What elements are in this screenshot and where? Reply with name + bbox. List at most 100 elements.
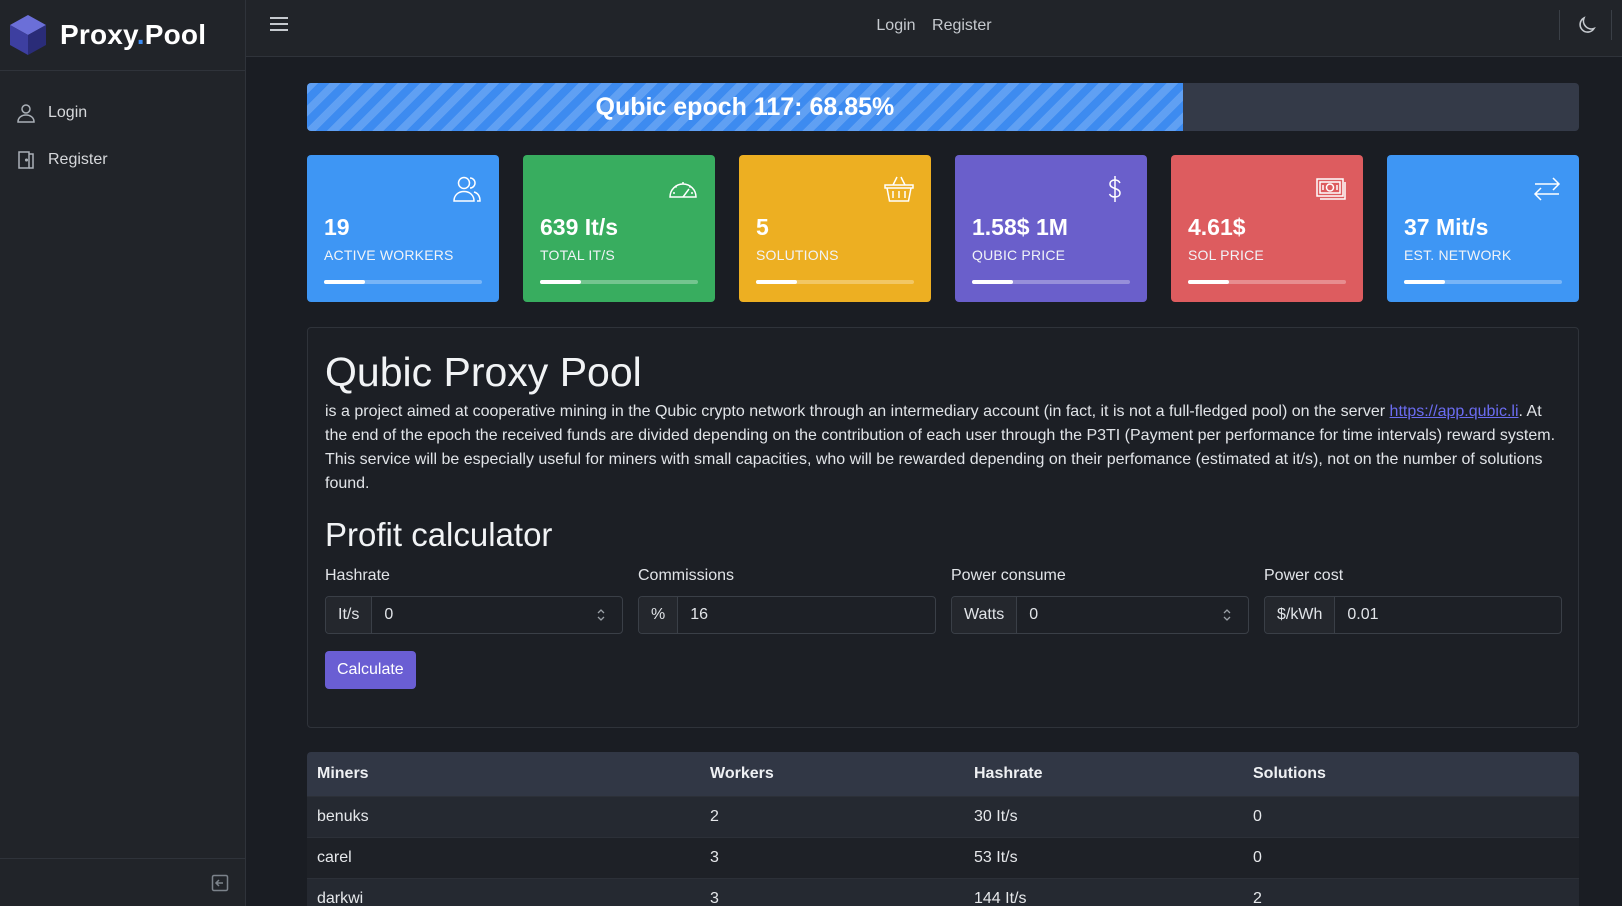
sidebar-item-register[interactable]: Register bbox=[0, 136, 245, 183]
card-est-network: 37 Mit/s EST. NETWORK bbox=[1387, 155, 1579, 302]
stats-cards: 19 ACTIVE WORKERS 639 It/s TOTAL IT/S 5 … bbox=[307, 155, 1579, 302]
hashrate-input[interactable]: 0 bbox=[372, 597, 622, 633]
brand[interactable]: Proxy.Pool bbox=[0, 0, 245, 71]
dollar-icon bbox=[1099, 173, 1131, 205]
spinner-icon[interactable] bbox=[1222, 607, 1232, 623]
card-label: SOL PRICE bbox=[1188, 247, 1264, 263]
card-active-workers: 19 ACTIVE WORKERS bbox=[307, 155, 499, 302]
cell-hashrate: 30 It/s bbox=[964, 795, 1243, 837]
power-cost-field: Power cost $/kWh 0.01 bbox=[1264, 567, 1562, 634]
card-value: 4.61$ bbox=[1188, 214, 1246, 240]
collapse-sidebar-icon[interactable] bbox=[211, 874, 229, 892]
table-row[interactable]: benuks 2 30 It/s 0 bbox=[307, 795, 1579, 837]
hashrate-input-group: It/s 0 bbox=[325, 596, 623, 634]
cell-workers: 3 bbox=[700, 836, 964, 878]
card-value: 19 bbox=[324, 214, 350, 240]
cell-miner: carel bbox=[307, 836, 700, 878]
card-value: 5 bbox=[756, 214, 769, 240]
cube-logo-icon bbox=[10, 15, 46, 55]
cell-hashrate: 144 It/s bbox=[964, 877, 1243, 906]
top-register-link[interactable]: Register bbox=[932, 17, 992, 34]
description: is a project aimed at cooperative mining… bbox=[325, 403, 1556, 492]
card-qubic-price: 1.58$ 1M QUBIC PRICE bbox=[955, 155, 1147, 302]
card-label: TOTAL IT/S bbox=[540, 247, 615, 263]
commissions-input[interactable]: 16 bbox=[678, 597, 935, 633]
cell-miner: darkwi bbox=[307, 877, 700, 906]
card-total-its: 639 It/s TOTAL IT/S bbox=[523, 155, 715, 302]
epoch-progress-bar: Qubic epoch 117: 68.85% bbox=[307, 83, 1579, 131]
field-addon: It/s bbox=[326, 597, 373, 633]
door-icon bbox=[18, 150, 34, 169]
card-progress bbox=[1188, 280, 1346, 284]
brand-name: Proxy.Pool bbox=[60, 19, 207, 50]
card-label: QUBIC PRICE bbox=[972, 247, 1066, 263]
theme-toggle-moon-icon[interactable] bbox=[1576, 14, 1598, 36]
cell-solutions: 0 bbox=[1243, 836, 1579, 878]
top-nav: Login Register bbox=[246, 17, 1622, 35]
card-progress-fill bbox=[756, 280, 798, 284]
sidebar: Proxy.Pool Login Register bbox=[0, 0, 246, 906]
cell-workers: 3 bbox=[700, 877, 964, 906]
calculator-fields: Hashrate It/s 0 Commissions % 16 Power c… bbox=[325, 567, 1562, 634]
divider bbox=[1559, 10, 1560, 40]
card-label: EST. NETWORK bbox=[1404, 247, 1512, 263]
sidebar-item-label: Register bbox=[48, 150, 108, 168]
info-panel: Qubic Proxy Pool is a project aimed at c… bbox=[307, 327, 1579, 728]
card-progress-fill bbox=[1188, 280, 1230, 284]
user-icon bbox=[17, 103, 35, 123]
card-solutions: 5 SOLUTIONS bbox=[739, 155, 931, 302]
epoch-progress-text: Qubic epoch 117: 68.85% bbox=[595, 92, 895, 121]
field-label: Hashrate bbox=[325, 567, 390, 584]
top-login-link[interactable]: Login bbox=[876, 17, 915, 34]
calculate-button[interactable]: Calculate bbox=[325, 651, 416, 689]
card-label: ACTIVE WORKERS bbox=[324, 247, 454, 263]
speedometer-icon bbox=[667, 173, 699, 205]
commissions-field: Commissions % 16 bbox=[638, 567, 936, 634]
table-row[interactable]: carel 3 53 It/s 0 bbox=[307, 836, 1579, 878]
cash-icon bbox=[1315, 173, 1347, 205]
field-label: Power consume bbox=[951, 567, 1066, 584]
field-addon: % bbox=[639, 597, 679, 633]
card-progress bbox=[540, 280, 698, 284]
power-consume-input[interactable]: 0 bbox=[1017, 597, 1248, 633]
basket-icon bbox=[883, 173, 915, 205]
power-consume-input-group: Watts 0 bbox=[951, 596, 1249, 634]
column-header-workers[interactable]: Workers bbox=[700, 752, 964, 796]
sidebar-item-label: Login bbox=[48, 103, 88, 121]
sidebar-item-login[interactable]: Login bbox=[0, 89, 245, 136]
table-header-row: Miners Workers Hashrate Solutions bbox=[307, 752, 1579, 796]
card-progress bbox=[756, 280, 914, 284]
column-header-hashrate[interactable]: Hashrate bbox=[964, 752, 1243, 796]
sidebar-nav: Login Register bbox=[0, 71, 245, 183]
card-value: 1.58$ 1M bbox=[972, 214, 1068, 240]
field-addon: $/kWh bbox=[1265, 597, 1336, 633]
card-progress bbox=[1404, 280, 1562, 284]
miners-table: Miners Workers Hashrate Solutions benuks… bbox=[307, 752, 1579, 906]
field-label: Commissions bbox=[638, 567, 735, 584]
card-progress-fill bbox=[324, 280, 366, 284]
power-cost-input[interactable]: 0.01 bbox=[1335, 597, 1561, 633]
page-title: Qubic Proxy Pool bbox=[325, 349, 642, 395]
cell-hashrate: 53 It/s bbox=[964, 836, 1243, 878]
card-progress-fill bbox=[972, 280, 1014, 284]
card-value: 37 Mit/s bbox=[1404, 214, 1489, 240]
card-sol-price: 4.61$ SOL PRICE bbox=[1171, 155, 1363, 302]
cell-workers: 2 bbox=[700, 795, 964, 837]
power-consume-field: Power consume Watts 0 bbox=[951, 567, 1249, 634]
divider bbox=[1611, 10, 1612, 40]
commissions-input-group: % 16 bbox=[638, 596, 936, 634]
qubic-link[interactable]: https://app.qubic.li bbox=[1390, 403, 1519, 420]
field-addon: Watts bbox=[952, 597, 1018, 633]
card-progress-fill bbox=[1404, 280, 1446, 284]
card-progress bbox=[972, 280, 1130, 284]
topbar: Login Register bbox=[246, 0, 1622, 57]
spinner-icon[interactable] bbox=[596, 607, 606, 623]
column-header-solutions[interactable]: Solutions bbox=[1243, 752, 1579, 796]
table-row[interactable]: darkwi 3 144 It/s 2 bbox=[307, 877, 1579, 906]
sidebar-footer bbox=[0, 858, 245, 906]
cell-miner: benuks bbox=[307, 795, 700, 837]
calculator-title: Profit calculator bbox=[325, 516, 553, 553]
column-header-miners[interactable]: Miners bbox=[307, 752, 700, 796]
main-content: Qubic epoch 117: 68.85% 19 ACTIVE WORKER… bbox=[307, 83, 1579, 906]
card-value: 639 It/s bbox=[540, 214, 618, 240]
